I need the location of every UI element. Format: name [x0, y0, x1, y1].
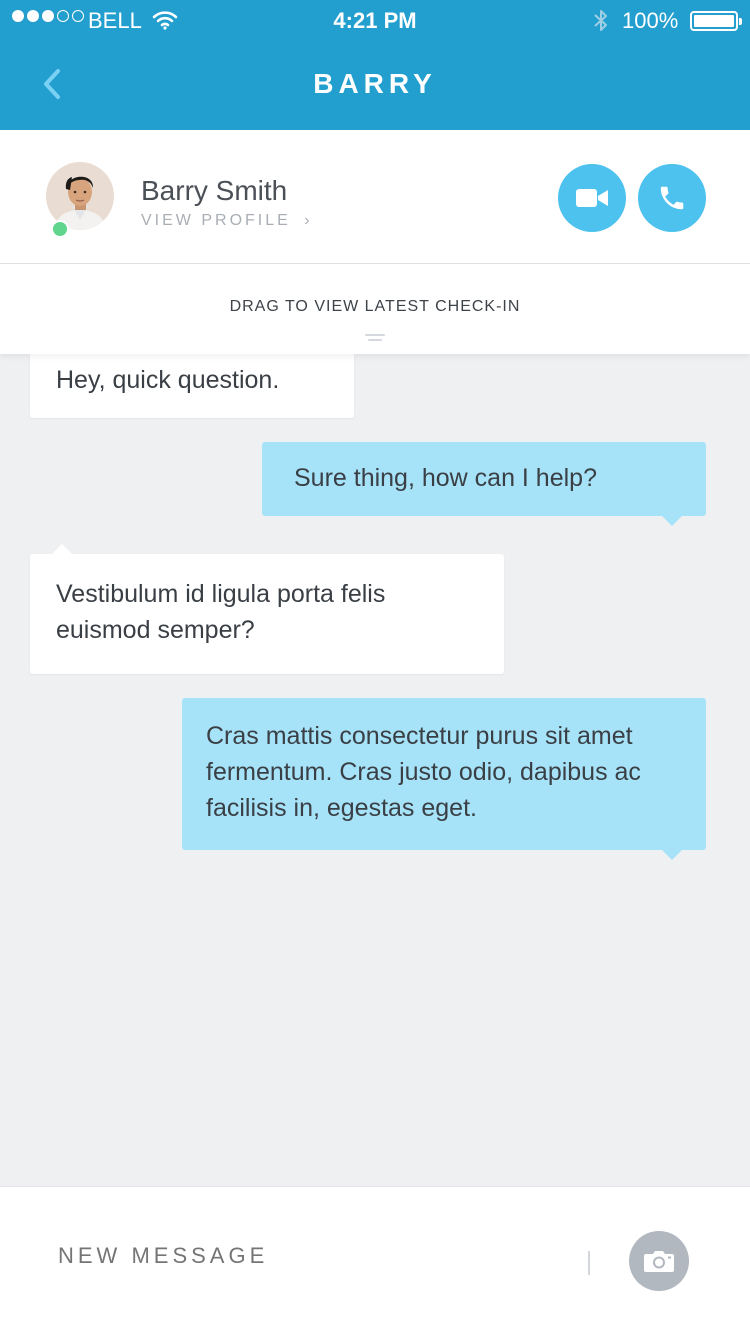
page-title: BARRY [313, 68, 437, 99]
video-camera-icon [576, 189, 608, 207]
contact-header: Barry Smith VIEW PROFILE › [0, 130, 750, 264]
checkin-label: DRAG TO VIEW LATEST CHECK-IN [229, 298, 521, 315]
view-profile-link[interactable]: VIEW PROFILE › [141, 212, 313, 230]
bubble-tail [662, 516, 682, 526]
bluetooth-icon [592, 8, 610, 40]
message-outgoing: Cras mattis consectetur purus sit amet f… [182, 698, 706, 860]
message-text: Vestibulum id ligula porta felis euismod… [56, 580, 386, 644]
view-profile-label: VIEW PROFILE [141, 212, 291, 229]
chevron-right-icon: › [304, 212, 313, 229]
bubble-tail [52, 544, 72, 554]
message-incoming: Vestibulum id ligula porta felis euismod… [30, 544, 504, 674]
camera-icon [644, 1251, 674, 1272]
status-bar: BELL 4:21 PM 100% [0, 0, 750, 42]
contact-name: Barry Smith [141, 175, 288, 206]
new-message-input[interactable] [58, 1243, 558, 1269]
battery-icon [690, 11, 742, 31]
video-call-button[interactable] [558, 164, 626, 232]
message-text: Cras mattis consectetur purus sit amet f… [206, 722, 641, 822]
online-indicator [51, 220, 69, 238]
checkin-drag-handle[interactable]: DRAG TO VIEW LATEST CHECK-IN [0, 264, 750, 354]
phone-icon [660, 186, 684, 210]
message-text: Hey, quick question. [56, 366, 280, 394]
message-composer [0, 1186, 750, 1334]
bubble-tail [662, 850, 682, 860]
top-bar: BELL 4:21 PM 100% BARRY [0, 0, 750, 130]
battery-percent: 100% [622, 8, 679, 33]
text-cursor [588, 1251, 590, 1275]
message-text: Sure thing, how can I help? [294, 464, 597, 492]
drag-grip-icon [365, 334, 385, 344]
message-outgoing: Sure thing, how can I help? [262, 442, 706, 526]
camera-button[interactable] [629, 1231, 689, 1291]
voice-call-button[interactable] [638, 164, 706, 232]
